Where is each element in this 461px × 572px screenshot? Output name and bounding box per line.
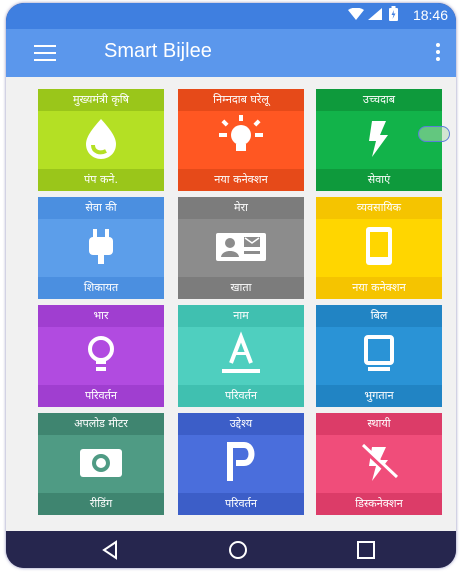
clock-text: 18:46 [412,7,448,23]
back-icon[interactable] [100,540,120,564]
text-format-icon [222,331,260,373]
bulb-glow-icon [219,115,263,151]
tile-top-label: स्थायी [316,413,442,435]
tile-bottom-label: परिवर्तन [178,385,304,407]
phone-frame: 18:46 Smart Bijlee मुख्यमंत्री कृषि पंप … [6,3,456,568]
signal-icon [368,8,382,23]
tile-top-label: उच्चदाब [316,89,442,111]
battery-icon [389,6,398,24]
tile-commercial[interactable]: व्यवसायिक नया कनेक्शन [316,197,442,299]
tile-permanent-disconnection[interactable]: स्थायी डिस्कनेक्शन [316,413,442,515]
contact-card-icon [216,233,266,261]
tile-bottom-label: खाता [178,277,304,299]
wifi-icon [348,7,364,23]
tile-meter-reading[interactable]: अपलोड मीटर रीडिंग [38,413,164,515]
tile-complaint[interactable]: सेवा की शिकायत [38,197,164,299]
parking-p-icon [227,442,255,481]
app-bar: Smart Bijlee [6,29,456,77]
tile-top-label: निम्नदाब घरेलू [178,89,304,111]
camera-icon [80,449,122,477]
tile-purpose-change[interactable]: उद्देश्य परिवर्तन [178,413,304,515]
recents-icon[interactable] [356,540,376,564]
app-title: Smart Bijlee [104,40,212,62]
tile-bottom-label: डिस्कनेक्शन [316,493,442,515]
drop-icon [86,119,116,159]
tile-agri-pump[interactable]: मुख्यमंत्री कृषि पंप कने. [38,89,164,191]
flash-icon [369,121,388,157]
tile-name-change[interactable]: नाम परिवर्तन [178,305,304,407]
monitor-icon [364,335,394,371]
tile-top-label: मेरा [178,197,304,219]
tile-top-label: सेवा की [38,197,164,219]
status-bar: 18:46 [6,3,456,29]
tile-top-label: मुख्यमंत्री कृषि [38,89,164,111]
tile-bottom-label: नया कनेक्शन [178,169,304,191]
tablet-icon [366,227,392,265]
plug-icon [89,229,113,264]
tile-top-label: भार [38,305,164,327]
tile-bottom-label: शिकायत [38,277,164,299]
scroll-handle[interactable] [418,126,450,142]
tile-bottom-label: परिवर्तन [38,385,164,407]
tile-top-label: अपलोड मीटर [38,413,164,435]
home-icon[interactable] [228,540,248,564]
system-nav-bar [6,531,456,568]
tile-bottom-label: पंप कने. [38,169,164,191]
tile-top-label: व्यवसायिक [316,197,442,219]
tile-grid: मुख्यमंत्री कृषि पंप कने. निम्नदाब घरेलू… [6,77,456,531]
tile-lt-domestic[interactable]: निम्नदाब घरेलू नया कनेक्शन [178,89,304,191]
tile-bottom-label: सेवाएं [316,169,442,191]
tile-top-label: नाम [178,305,304,327]
tile-top-label: बिल [316,305,442,327]
tile-my-account[interactable]: मेरा खाता [178,197,304,299]
tile-bottom-label: नया कनेक्शन [316,277,442,299]
tile-bill-payment[interactable]: बिल भुगतान [316,305,442,407]
tile-top-label: उद्देश्य [178,413,304,435]
tile-bottom-label: भुगतान [316,385,442,407]
menu-icon[interactable] [34,45,56,61]
lightbulb-outline-icon [88,336,114,371]
flash-off-icon [360,443,399,481]
tile-bottom-label: रीडिंग [38,493,164,515]
tile-bottom-label: परिवर्तन [178,493,304,515]
overflow-menu-icon[interactable] [436,43,440,63]
tile-load-change[interactable]: भार परिवर्तन [38,305,164,407]
